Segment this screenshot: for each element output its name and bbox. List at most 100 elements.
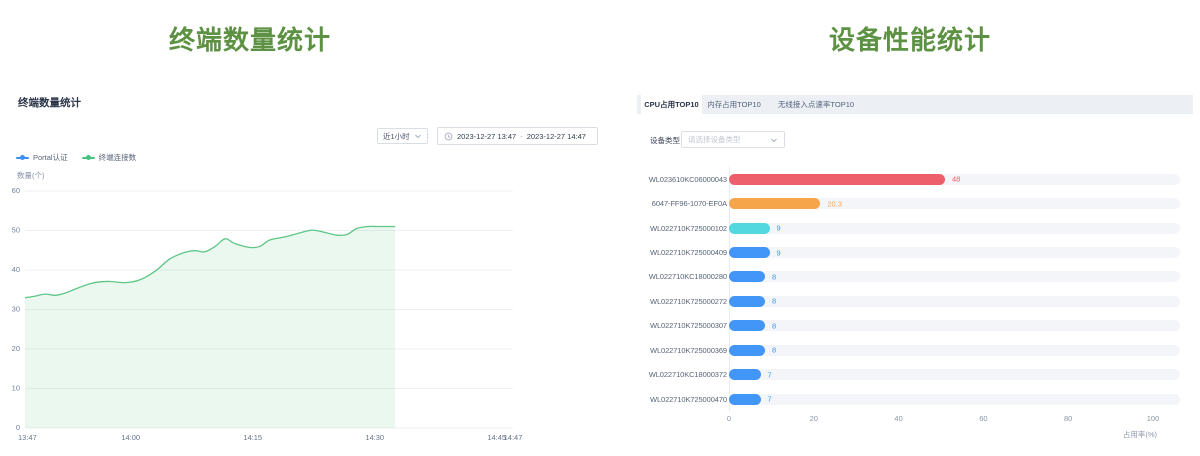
bar-value: 20.3 — [827, 199, 842, 208]
device-type-label: 设备类型 — [650, 135, 680, 146]
device-name-label: WL022710K725000369 — [645, 346, 727, 355]
time-range-select[interactable]: 近1小时 — [377, 128, 428, 144]
panel-title: 终端数量统计 — [18, 95, 81, 110]
bar-value: 8 — [772, 321, 776, 330]
svg-text:20: 20 — [12, 344, 20, 353]
bar-value: 8 — [772, 272, 776, 281]
bar — [729, 247, 770, 258]
device-type-placeholder: 请选择设备类型 — [688, 134, 741, 145]
dashboard: 终端数量统计 设备性能统计 终端数量统计 近1小时 2023-12-27 13:… — [0, 0, 1200, 456]
bar — [729, 223, 770, 234]
x-axis-ticks: 0 20 40 60 80 100 — [645, 414, 1185, 424]
legend-line-marker — [16, 157, 29, 159]
date-end: 2023-12-27 14:47 — [527, 132, 586, 141]
bar-row: WL022710KC18000372 7 — [645, 363, 1185, 387]
bar-value: 7 — [768, 395, 772, 404]
bar-track: 8 — [729, 320, 1180, 331]
bar-row: WL022710K725000102 9 — [645, 216, 1185, 240]
svg-text:50: 50 — [12, 225, 20, 234]
date-range-picker[interactable]: 2023-12-27 13:47 - 2023-12-27 14:47 — [437, 127, 598, 145]
device-name-label: WL022710K725000409 — [645, 248, 727, 257]
x-axis-tick: 100 — [1138, 414, 1168, 423]
bar-track: 7 — [729, 369, 1180, 380]
svg-text:数量(个): 数量(个) — [17, 170, 45, 180]
bar-value: 9 — [777, 224, 781, 233]
device-name-label: WL022710K725000470 — [645, 395, 727, 404]
bar-row: WL022710KC18000280 8 — [645, 265, 1185, 289]
legend-label: 终端连接数 — [99, 152, 137, 163]
bar — [729, 345, 765, 356]
tabbar: CPU占用TOP10 内存占用TOP10 无线接入点速率TOP10 — [637, 95, 1193, 114]
bar — [729, 174, 945, 185]
device-name-label: WL022710K725000102 — [645, 224, 727, 233]
bar-track: 7 — [729, 394, 1180, 405]
x-axis-tick: 60 — [968, 414, 998, 423]
legend-line-marker — [82, 157, 95, 159]
x-axis-label: 占用率(%) — [1095, 429, 1157, 440]
bar-value: 48 — [952, 175, 960, 184]
device-name-label: WL022710KC18000372 — [645, 370, 727, 379]
bar-track: 8 — [729, 296, 1180, 307]
x-axis-tick: 80 — [1053, 414, 1083, 423]
chart-legend: Portal认证 终端连接数 — [16, 152, 136, 163]
bar-track: 9 — [729, 223, 1180, 234]
bar-track: 20.3 — [729, 198, 1180, 209]
bar-track: 8 — [729, 345, 1180, 356]
bar-value: 8 — [772, 346, 776, 355]
bar — [729, 271, 765, 282]
terminal-section-heading: 终端数量统计 — [0, 20, 500, 57]
legend-label: Portal认证 — [33, 152, 68, 163]
bar — [729, 394, 761, 405]
svg-text:13:47: 13:47 — [18, 433, 37, 442]
time-range-value: 近1小时 — [383, 131, 410, 142]
bar-value: 8 — [772, 297, 776, 306]
bar-row: WL022710K725000272 8 — [645, 289, 1185, 313]
bar-track: 9 — [729, 247, 1180, 258]
date-start: 2023-12-27 13:47 — [457, 132, 516, 141]
x-axis-tick: 0 — [714, 414, 744, 423]
x-axis-tick: 40 — [884, 414, 914, 423]
svg-text:60: 60 — [12, 186, 20, 195]
device-name-label: WL023610KC06000043 — [645, 175, 727, 184]
bar — [729, 369, 761, 380]
svg-text:0: 0 — [16, 423, 20, 432]
bar — [729, 320, 765, 331]
bar-value: 7 — [768, 370, 772, 379]
clock-icon — [444, 132, 453, 141]
chevron-down-icon — [770, 136, 778, 144]
device-name-label: WL022710K725000272 — [645, 297, 727, 306]
bar-row: WL022710K725000369 8 — [645, 338, 1185, 362]
cpu-usage-bar-chart: WL023610KC06000043 48 6047-FF96-1070-EF0A 2… — [645, 167, 1185, 412]
svg-text:14:00: 14:00 — [121, 433, 140, 442]
bar-track: 48 — [729, 174, 1180, 185]
device-performance-section-heading: 设备性能统计 — [635, 20, 1185, 57]
svg-text:14:47: 14:47 — [504, 433, 523, 442]
device-name-label: WL022710K725000307 — [645, 321, 727, 330]
legend-item-portal[interactable]: Portal认证 — [16, 152, 68, 163]
svg-text:30: 30 — [12, 304, 20, 313]
tab-wireless-rate-top10[interactable]: 无线接入点速率TOP10 — [766, 95, 866, 114]
bar-value: 9 — [777, 248, 781, 257]
bar-row: WL022710K725000409 9 — [645, 240, 1185, 264]
terminal-line-chart: 0 10 20 30 40 50 60 数量(个) 13:47 14:00 14:15 14:30 14… — [0, 168, 600, 456]
svg-text:14:15: 14:15 — [243, 433, 262, 442]
x-axis-tick: 20 — [799, 414, 829, 423]
device-type-select[interactable]: 请选择设备类型 — [681, 131, 785, 148]
bar-row: WL023610KC06000043 48 — [645, 167, 1185, 191]
tab-memory-top10[interactable]: 内存占用TOP10 — [702, 95, 766, 114]
legend-item-terminal-connections[interactable]: 终端连接数 — [82, 152, 137, 163]
bar-row: 6047-FF96-1070-EF0A 20.3 — [645, 191, 1185, 215]
date-separator: - — [520, 132, 523, 141]
bar-row: WL022710K725000307 8 — [645, 314, 1185, 338]
svg-text:10: 10 — [12, 383, 20, 392]
bar — [729, 296, 765, 307]
svg-text:40: 40 — [12, 265, 20, 274]
svg-text:14:30: 14:30 — [365, 433, 384, 442]
device-name-label: 6047-FF96-1070-EF0A — [645, 199, 727, 208]
chevron-down-icon — [414, 132, 422, 140]
bar-row: WL022710K725000470 7 — [645, 387, 1185, 411]
tab-cpu-top10[interactable]: CPU占用TOP10 — [641, 95, 702, 114]
bar-track: 8 — [729, 271, 1180, 282]
device-name-label: WL022710KC18000280 — [645, 272, 727, 281]
bar — [729, 198, 820, 209]
